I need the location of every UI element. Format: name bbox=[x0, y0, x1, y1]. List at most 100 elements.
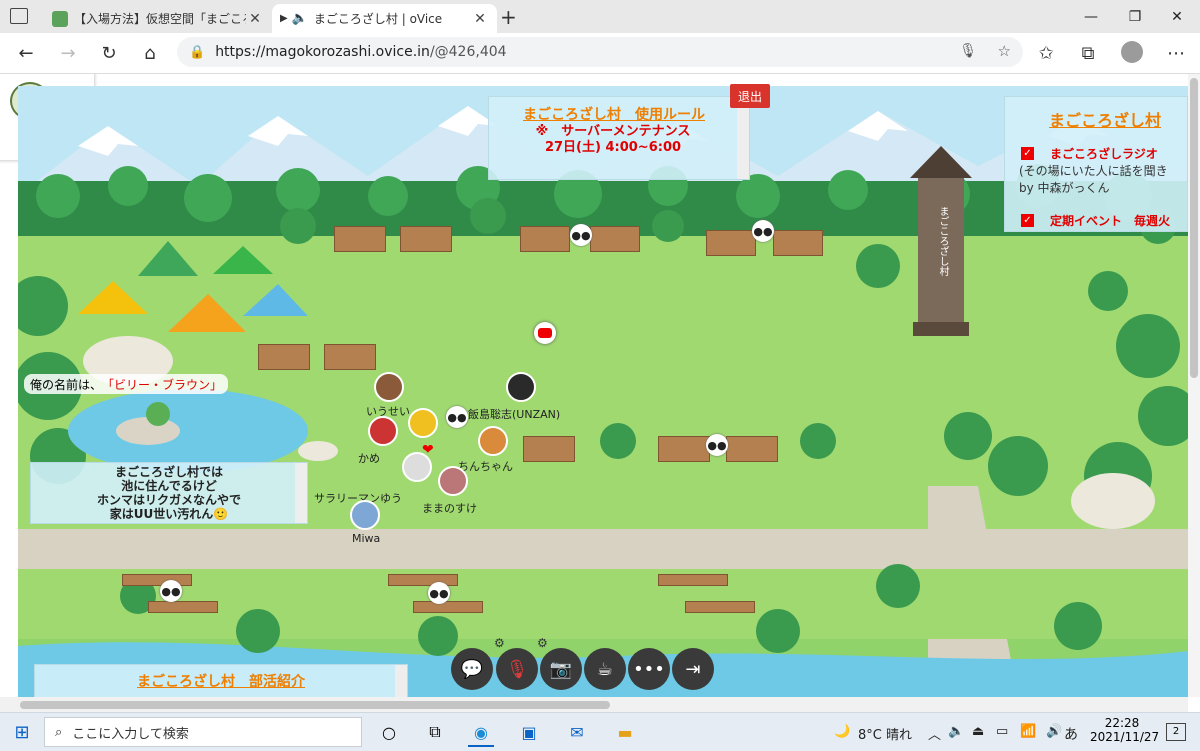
user-name: ままのすけ bbox=[422, 502, 477, 515]
settings-menu-icon[interactable]: ⋯ bbox=[1162, 39, 1190, 67]
user-avatar[interactable] bbox=[408, 408, 438, 438]
user-avatar[interactable] bbox=[478, 426, 508, 456]
scroll-thumb[interactable] bbox=[1190, 78, 1198, 378]
group-meeting-icon[interactable]: ●● bbox=[570, 224, 592, 246]
user-avatar[interactable] bbox=[350, 500, 380, 530]
playing-icon: ▶ bbox=[280, 13, 288, 24]
user-avatar[interactable] bbox=[438, 466, 468, 496]
turtle-note-line: 池に住んでるけど bbox=[121, 479, 217, 493]
tab-actions-icon[interactable] bbox=[10, 8, 28, 24]
club-panel-scrollbar[interactable] bbox=[395, 665, 407, 697]
group-meeting-icon[interactable]: ●● bbox=[706, 434, 728, 456]
tab-favicon-icon bbox=[52, 10, 68, 27]
back-icon[interactable]: ← bbox=[12, 39, 40, 67]
mail-icon[interactable]: ✉ bbox=[564, 719, 590, 745]
battery-icon[interactable]: ▭ bbox=[996, 724, 1008, 739]
group-meeting-icon[interactable]: ●● bbox=[160, 580, 182, 602]
clock[interactable]: 22:28 2021/11/27 bbox=[1090, 716, 1159, 744]
user-name: 飯島聡志(UNZAN) bbox=[468, 408, 561, 421]
info-panel: まごころざし村 ✓ まごころざしラジオ (その場にいた人に話を聞き by 中森が… bbox=[1004, 96, 1188, 232]
new-tab-button[interactable]: + bbox=[500, 5, 517, 29]
mic-off-icon: 🎙 bbox=[505, 658, 529, 680]
wifi-icon[interactable]: 📶 bbox=[1020, 724, 1036, 739]
tab-title: まごころざし村 | oVice bbox=[313, 12, 443, 26]
notification-button[interactable]: 2 bbox=[1166, 723, 1186, 741]
close-tab-icon[interactable]: ✕ bbox=[246, 11, 264, 27]
name-sign: 俺の名前は、 「ビリー・ブラウン」 bbox=[24, 374, 229, 394]
edge-browser-icon[interactable]: ◉ bbox=[468, 719, 494, 747]
profile-avatar[interactable] bbox=[1121, 41, 1143, 63]
chat-bubble-icon: 💬 bbox=[460, 658, 484, 680]
group-meeting-icon[interactable]: ●● bbox=[752, 220, 774, 242]
user-avatar[interactable] bbox=[368, 416, 398, 446]
collections-icon[interactable]: ⧉ bbox=[1074, 39, 1102, 67]
rules-panel-title[interactable]: まごころざし村 使用ルール bbox=[489, 97, 749, 124]
close-window-icon[interactable]: ✕ bbox=[1154, 0, 1200, 33]
turtle-note-line: まごころざし村では bbox=[114, 465, 223, 479]
speaker-icon[interactable]: 🔈 bbox=[292, 11, 308, 26]
lock-icon[interactable]: 🔒 bbox=[189, 45, 205, 60]
info-panel-title[interactable]: まごころざし村 bbox=[1005, 97, 1187, 131]
search-icon: ⌕ bbox=[55, 724, 63, 740]
close-tab-icon[interactable]: ✕ bbox=[471, 11, 489, 27]
forward-icon[interactable]: → bbox=[54, 39, 82, 67]
turtle-note-scrollbar[interactable] bbox=[295, 463, 307, 523]
camera-button[interactable]: 📷 bbox=[540, 648, 582, 690]
heart-reaction-icon: ❤ bbox=[422, 442, 434, 458]
page-horizontal-scrollbar[interactable] bbox=[0, 697, 1188, 712]
bench bbox=[658, 574, 728, 586]
add-favorite-icon[interactable]: ☆ bbox=[998, 42, 1011, 60]
youtube-object[interactable] bbox=[534, 322, 556, 344]
checkbox-checked-icon[interactable]: ✓ bbox=[1021, 147, 1034, 160]
mic-button[interactable]: 🎙 bbox=[496, 648, 538, 690]
user-avatar[interactable] bbox=[374, 372, 404, 402]
cortana-icon[interactable]: ○ bbox=[376, 719, 402, 745]
task-view-icon[interactable]: ⧉ bbox=[422, 719, 448, 745]
tray-chevron-icon[interactable]: ︿ bbox=[928, 724, 941, 743]
url-bar[interactable]: 🔒 https://magokorozashi.ovice.in/@426,40… bbox=[177, 37, 1023, 67]
voice-search-icon[interactable]: 🎙 bbox=[959, 43, 977, 59]
turtle-note-line: ホンマはリクガメなんやで bbox=[96, 493, 241, 507]
group-meeting-icon[interactable]: ●● bbox=[446, 406, 468, 428]
gear-icon[interactable]: ⚙ bbox=[494, 636, 505, 650]
scroll-thumb[interactable] bbox=[20, 701, 610, 709]
page-vertical-scrollbar[interactable] bbox=[1188, 74, 1200, 697]
chat-button[interactable]: 💬 bbox=[451, 648, 493, 690]
club-panel-title[interactable]: まごころざし村 部活紹介 bbox=[35, 665, 407, 691]
minimize-icon[interactable]: — bbox=[1068, 0, 1114, 33]
event-label: 定期イベント 毎週火 bbox=[1050, 214, 1171, 228]
tab-ovice[interactable]: ▶ 🔈 まごころざし村 | oVice ✕ bbox=[272, 4, 497, 33]
restore-icon[interactable]: ❐ bbox=[1112, 0, 1158, 33]
file-explorer-icon[interactable]: ▬ bbox=[612, 719, 638, 745]
exit-space-button[interactable]: 退出 bbox=[730, 84, 770, 108]
browser-tab-bar: 【入場方法】仮想空間「まごころざし村」 ✕ ▶ 🔈 まごころざし村 | oVic… bbox=[0, 0, 1200, 33]
usb-icon[interactable]: ⏏ bbox=[972, 724, 984, 739]
radio-label: まごころざしラジオ bbox=[1050, 147, 1158, 161]
more-button[interactable]: ••• bbox=[628, 648, 670, 690]
user-name: Miwa bbox=[352, 532, 381, 545]
store-icon[interactable]: ▣ bbox=[516, 719, 542, 745]
weather-text[interactable]: 8°C 晴れ bbox=[858, 724, 912, 743]
volume-icon[interactable]: 🔈 bbox=[948, 724, 964, 739]
leave-button[interactable]: ⇥ bbox=[672, 648, 714, 690]
coffee-break-button[interactable]: ☕ bbox=[584, 648, 626, 690]
tab-title: 【入場方法】仮想空間「まごころざし村」 bbox=[74, 12, 246, 26]
rules-panel-scrollbar[interactable] bbox=[737, 97, 749, 179]
camera-off-icon: 📷 bbox=[549, 658, 573, 680]
refresh-icon[interactable]: ↻ bbox=[95, 39, 123, 67]
bench bbox=[400, 226, 452, 252]
ime-indicator[interactable]: あ bbox=[1064, 724, 1078, 744]
user-avatar[interactable] bbox=[506, 372, 536, 402]
group-meeting-icon[interactable]: ●● bbox=[428, 582, 450, 604]
favorites-icon[interactable]: ✩ bbox=[1032, 39, 1060, 67]
checkbox-checked-icon[interactable]: ✓ bbox=[1021, 214, 1034, 227]
gear-icon[interactable]: ⚙ bbox=[537, 636, 548, 650]
url-text: https://magokorozashi.ovice.in/@426,404 bbox=[215, 44, 506, 60]
windows-start-icon[interactable]: ⊞ bbox=[9, 719, 35, 745]
taskbar-search[interactable]: ⌕ ここに入力して検索 bbox=[44, 717, 362, 747]
search-placeholder: ここに入力して検索 bbox=[72, 726, 189, 742]
speaker-tray-icon[interactable]: 🔊 bbox=[1046, 724, 1062, 739]
home-icon[interactable]: ⌂ bbox=[136, 39, 164, 67]
clock-time: 22:28 bbox=[1104, 716, 1140, 730]
tab-entry-guide[interactable]: 【入場方法】仮想空間「まごころざし村」 ✕ bbox=[44, 4, 272, 33]
